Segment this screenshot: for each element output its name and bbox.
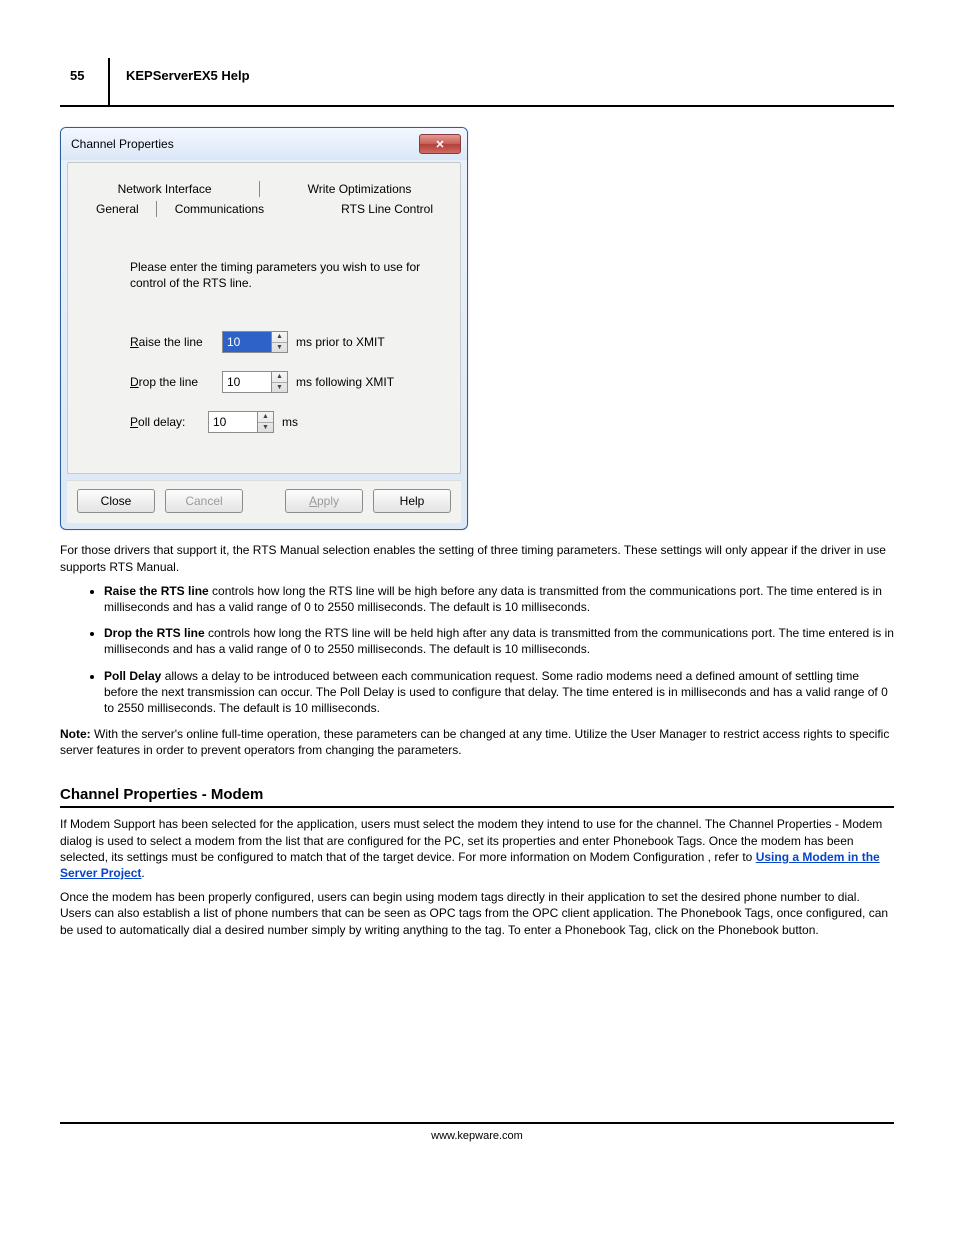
modem-paragraph-1: If Modem Support has been selected for t… (60, 816, 894, 881)
note-paragraph: Note: With the server's online full-time… (60, 726, 894, 758)
apply-button[interactable]: Apply (285, 489, 363, 513)
chevron-up-icon[interactable]: ▲ (272, 332, 287, 343)
dialog-instruction: Please enter the timing parameters you w… (130, 259, 432, 291)
chevron-down-icon[interactable]: ▼ (272, 383, 287, 393)
poll-delay-spinner[interactable]: ▲▼ (208, 411, 274, 433)
doc-title: KEPServerEX5 Help (110, 58, 894, 97)
list-item: Drop the RTS line controls how long the … (104, 625, 894, 657)
chevron-up-icon[interactable]: ▲ (272, 372, 287, 383)
drop-line-input[interactable] (222, 371, 272, 393)
raise-line-suffix: ms prior to XMIT (296, 335, 385, 349)
tab-write-optimizations[interactable]: Write Optimizations (290, 179, 430, 199)
chevron-down-icon[interactable]: ▼ (258, 423, 273, 433)
poll-delay-label: Poll delay: (130, 415, 208, 429)
close-button[interactable]: Close (77, 489, 155, 513)
page-number: 55 (60, 58, 110, 107)
tab-communications[interactable]: Communications (157, 199, 282, 219)
poll-delay-suffix: ms (282, 415, 298, 429)
tab-rts-line-control[interactable]: RTS Line Control (323, 199, 439, 219)
intro-paragraph: For those drivers that support it, the R… (60, 542, 894, 574)
tab-network-interface[interactable]: Network Interface (100, 179, 230, 199)
tab-general[interactable]: General (90, 199, 157, 219)
section-heading-modem: Channel Properties - Modem (60, 786, 894, 808)
dialog-titlebar: Channel Properties ✕ (61, 128, 467, 160)
close-icon[interactable]: ✕ (419, 134, 461, 154)
chevron-up-icon[interactable]: ▲ (258, 412, 273, 423)
dialog-button-row: Close Cancel Apply Help (67, 480, 461, 523)
drop-line-suffix: ms following XMIT (296, 375, 394, 389)
raise-line-label: Raise the line (130, 335, 222, 349)
drop-line-spinner[interactable]: ▲▼ (222, 371, 288, 393)
dialog-title: Channel Properties (71, 137, 174, 151)
page-header: 55 KEPServerEX5 Help (60, 58, 894, 107)
channel-properties-dialog: Channel Properties ✕ Network Interface W… (60, 127, 468, 530)
raise-line-input[interactable] (222, 331, 272, 353)
raise-line-spinner[interactable]: ▲▼ (222, 331, 288, 353)
poll-delay-row: Poll delay: ▲▼ ms (130, 411, 442, 433)
drop-line-label: Drop the line (130, 375, 222, 389)
dialog-tabs: Network Interface Write Optimizations Ge… (90, 179, 438, 219)
drop-line-row: Drop the line ▲▼ ms following XMIT (130, 371, 442, 393)
bullet-list: Raise the RTS line controls how long the… (90, 583, 894, 716)
help-button[interactable]: Help (373, 489, 451, 513)
spinner-buttons[interactable]: ▲▼ (258, 411, 274, 433)
cancel-button[interactable]: Cancel (165, 489, 243, 513)
modem-paragraph-2: Once the modem has been properly configu… (60, 889, 894, 938)
chevron-down-icon[interactable]: ▼ (272, 343, 287, 353)
poll-delay-input[interactable] (208, 411, 258, 433)
raise-line-row: Raise the line ▲▼ ms prior to XMIT (130, 331, 442, 353)
spinner-buttons[interactable]: ▲▼ (272, 331, 288, 353)
list-item: Poll Delay allows a delay to be introduc… (104, 668, 894, 717)
spinner-buttons[interactable]: ▲▼ (272, 371, 288, 393)
list-item: Raise the RTS line controls how long the… (104, 583, 894, 615)
page-footer: www.kepware.com (60, 1122, 894, 1142)
